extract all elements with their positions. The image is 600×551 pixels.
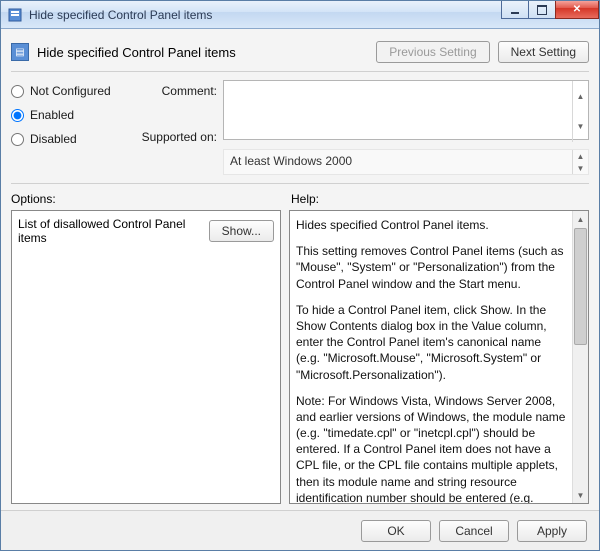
- config-row: Not Configured Enabled Disabled Comment:…: [11, 72, 589, 177]
- radio-not-configured[interactable]: Not Configured: [11, 84, 131, 98]
- chevron-up-icon[interactable]: ▲: [572, 81, 588, 112]
- options-pane: List of disallowed Control Panel items S…: [11, 210, 281, 504]
- scroll-down-icon[interactable]: ▼: [573, 487, 588, 503]
- radio-label: Disabled: [30, 132, 77, 146]
- scroll-thumb[interactable]: [574, 228, 587, 345]
- policy-icon: ▤: [11, 43, 29, 61]
- radio-disabled[interactable]: Disabled: [11, 132, 131, 146]
- help-paragraph: To hide a Control Panel item, click Show…: [296, 302, 566, 383]
- scrollbar[interactable]: ▲ ▼: [572, 211, 588, 503]
- radio-enabled[interactable]: Enabled: [11, 108, 131, 122]
- window-controls: [502, 1, 599, 28]
- options-label: Options:: [11, 192, 281, 206]
- dialog-footer: OK Cancel Apply: [1, 510, 599, 550]
- help-paragraph: Hides specified Control Panel items.: [296, 217, 566, 233]
- help-text: Hides specified Control Panel items. Thi…: [296, 217, 582, 504]
- dialog-body: ▤ Hide specified Control Panel items Pre…: [1, 29, 599, 510]
- app-icon: [7, 7, 23, 23]
- option-label: List of disallowed Control Panel items: [18, 217, 201, 245]
- window-title: Hide specified Control Panel items: [29, 8, 502, 22]
- radio-label: Not Configured: [30, 84, 111, 98]
- chevron-down-icon[interactable]: ▼: [572, 162, 588, 174]
- title-bar: Hide specified Control Panel items: [1, 1, 599, 29]
- divider: [11, 183, 589, 184]
- maximize-button[interactable]: [528, 1, 556, 19]
- comment-label: Comment:: [162, 84, 217, 98]
- chevron-down-icon[interactable]: ▼: [572, 112, 588, 143]
- ok-button[interactable]: OK: [361, 520, 431, 542]
- help-pane: Hides specified Control Panel items. Thi…: [289, 210, 589, 504]
- help-paragraph: Note: For Windows Vista, Windows Server …: [296, 393, 566, 504]
- scroll-track[interactable]: [573, 346, 588, 487]
- policy-title: Hide specified Control Panel items: [37, 45, 236, 60]
- option-row: List of disallowed Control Panel items S…: [18, 217, 274, 245]
- minimize-button[interactable]: [501, 1, 529, 19]
- cancel-button[interactable]: Cancel: [439, 520, 509, 542]
- panes: List of disallowed Control Panel items S…: [11, 210, 589, 510]
- policy-header: ▤ Hide specified Control Panel items Pre…: [11, 37, 589, 72]
- close-button[interactable]: [555, 1, 599, 19]
- radio-label: Enabled: [30, 108, 74, 122]
- comment-spin[interactable]: ▲▼: [572, 81, 588, 142]
- comment-field[interactable]: [223, 80, 589, 140]
- scroll-up-icon[interactable]: ▲: [573, 211, 588, 227]
- radio-disabled-input[interactable]: [11, 133, 24, 146]
- supported-label: Supported on:: [142, 130, 217, 144]
- field-labels: Comment: Supported on:: [137, 80, 217, 175]
- supported-spin[interactable]: ▲▼: [572, 150, 588, 174]
- field-values: ▲▼ At least Windows 2000 ▲▼: [223, 80, 589, 175]
- radio-not-configured-input[interactable]: [11, 85, 24, 98]
- apply-button[interactable]: Apply: [517, 520, 587, 542]
- help-paragraph: This setting removes Control Panel items…: [296, 243, 566, 292]
- chevron-up-icon[interactable]: ▲: [572, 150, 588, 162]
- help-label: Help:: [291, 192, 589, 206]
- next-setting-button[interactable]: Next Setting: [498, 41, 589, 63]
- supported-field: At least Windows 2000: [223, 149, 589, 175]
- show-button[interactable]: Show...: [209, 220, 274, 242]
- radio-enabled-input[interactable]: [11, 109, 24, 122]
- state-radios: Not Configured Enabled Disabled: [11, 80, 131, 175]
- previous-setting-button[interactable]: Previous Setting: [376, 41, 489, 63]
- section-labels: Options: Help:: [11, 188, 589, 210]
